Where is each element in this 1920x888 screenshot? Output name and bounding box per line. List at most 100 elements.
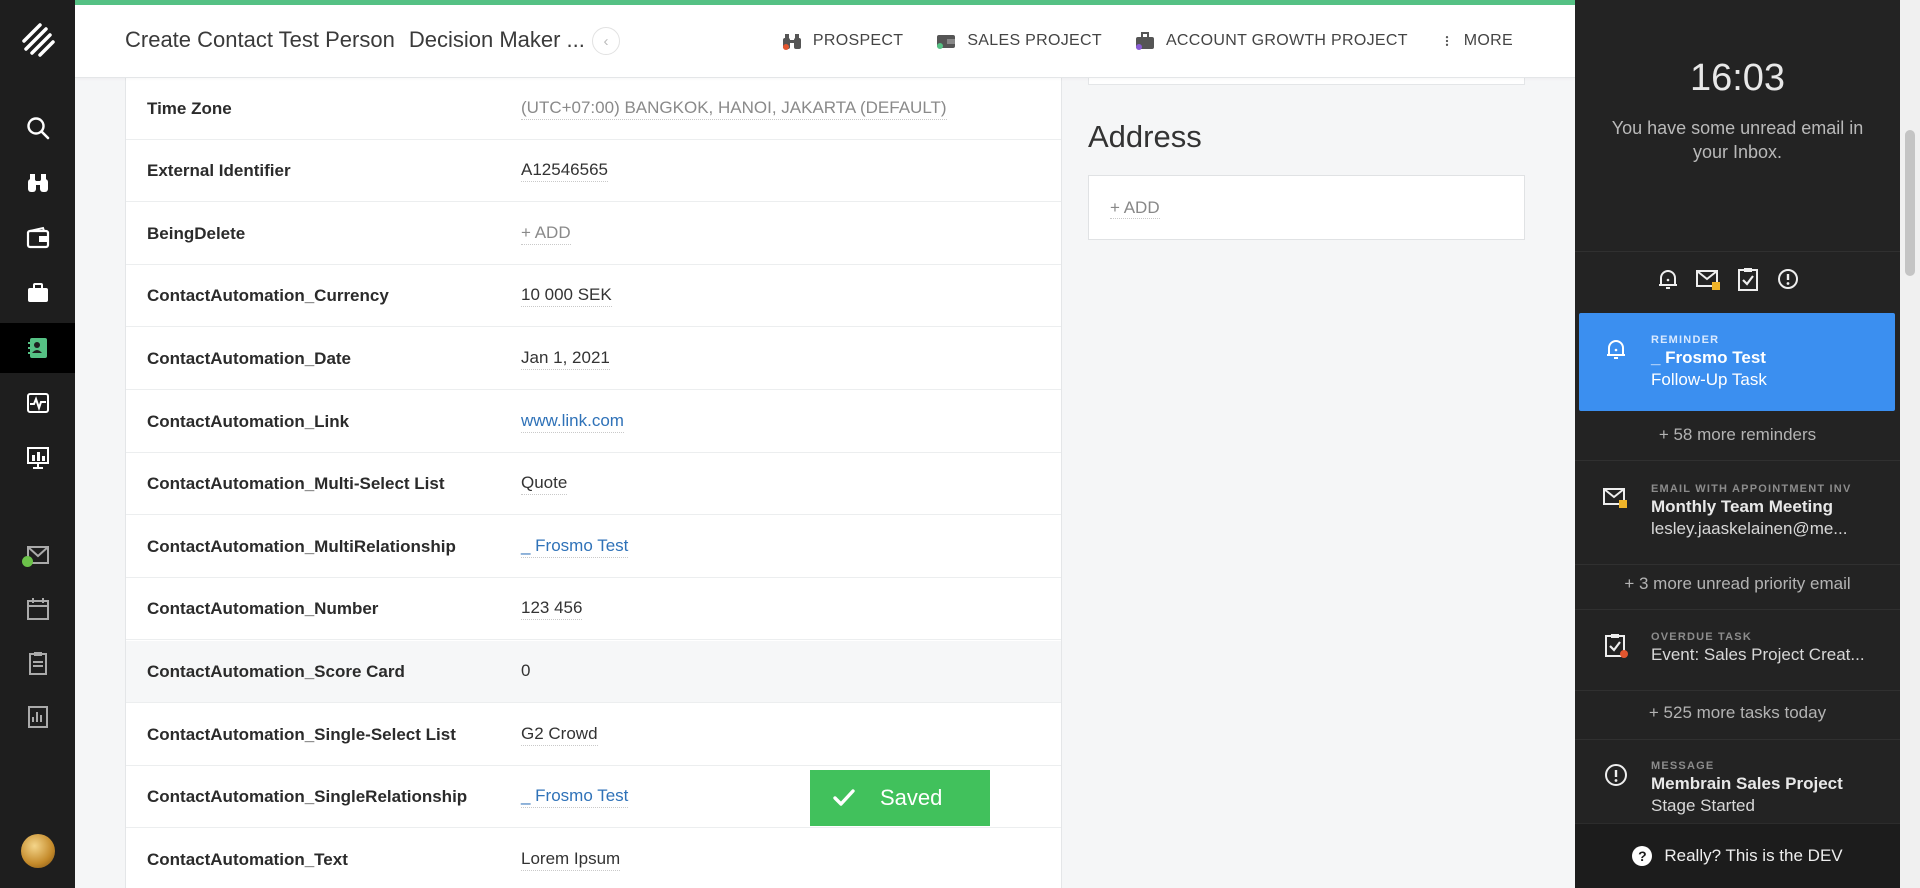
field-row-single-select-list: ContactAutomation_Single-Select List G2 … [126,704,1061,766]
field-label: ContactAutomation_Multi-Select List [147,473,445,493]
address-heading: Address [1088,119,1202,154]
saved-toast: Saved [810,770,990,826]
more-email-link[interactable]: + 3 more unread priority email [1575,574,1900,594]
sales-project-button[interactable]: SALES PROJECT [935,30,1102,52]
overdue-task-card[interactable]: OVERDUE TASK Event: Sales Project Creat.… [1579,614,1895,689]
field-label: BeingDelete [147,223,246,243]
account-growth-project-button[interactable]: ACCOUNT GROWTH PROJECT [1134,30,1408,52]
card-title: Event: Sales Project Creat... [1651,645,1865,664]
field-label: ContactAutomation_Date [147,348,352,368]
more-button[interactable]: MORE [1440,30,1513,52]
search-icon[interactable] [22,112,53,143]
bell-icon[interactable] [1654,265,1681,292]
message-card[interactable]: MESSAGE Membrain Sales Project Stage Sta… [1579,745,1895,823]
field-row-text: ContactAutomation_Text Lorem Ipsum [126,829,1061,888]
field-label: ContactAutomation_Text [147,849,348,869]
prospect-button[interactable]: PROSPECT [781,30,903,52]
left-nav-rail [0,0,75,888]
address-box[interactable]: + ADD [1088,175,1525,240]
card-title: _ Frosmo Test [1651,348,1766,367]
field-row-being-delete: BeingDelete + ADD [126,203,1061,265]
contact-name: Create Contact Test Person [125,27,395,52]
add-value-link[interactable]: + ADD [521,223,571,245]
field-value[interactable]: G2 Crowd [521,724,598,746]
checkmark-icon [833,789,855,806]
notification-panel: 16:03 You have some unread email in your… [1575,0,1920,888]
panel-scrollbar[interactable] [1900,0,1920,888]
briefcase-icon[interactable] [22,277,53,308]
field-value[interactable]: Lorem Ipsum [521,849,621,871]
clock: 16:03 [1689,57,1786,99]
divider [1575,690,1900,691]
email-card[interactable]: EMAIL WITH APPOINTMENT INV Monthly Team … [1579,466,1895,564]
field-value[interactable]: A12546565 [521,160,608,182]
add-address-link[interactable]: + ADD [1110,198,1160,219]
field-label: ContactAutomation_Number [147,598,379,618]
help-bar[interactable]: ? Really? This is the DEV [1575,823,1900,888]
panel-filter-icons [1654,265,1801,292]
card-subtitle: Stage Started [1651,796,1755,815]
mail-lock-icon[interactable] [1694,265,1721,292]
wallet-icon[interactable] [22,222,53,253]
report-icon[interactable] [22,701,53,732]
field-link-value[interactable]: _ Frosmo Test [521,536,629,558]
field-value[interactable]: 10 000 SEK [521,285,612,307]
field-row-time-zone: Time Zone (UTC+07:00) BANGKOK, HANOI, JA… [126,78,1061,140]
account-growth-project-label: ACCOUNT GROWTH PROJECT [1165,32,1408,49]
field-table: Time Zone (UTC+07:00) BANGKOK, HANOI, JA… [125,78,1062,888]
calendar-icon[interactable] [22,593,53,624]
contacts-icon[interactable] [0,323,75,373]
field-label: Time Zone [147,98,232,118]
question-icon: ? [1632,846,1653,866]
field-link-value[interactable]: _ Frosmo Test [521,786,629,808]
scrollbar-thumb[interactable] [1905,130,1915,276]
field-label: ContactAutomation_SingleRelationship [147,786,468,806]
page-title: Create Contact Test Person Decision Maker… [125,27,585,53]
divider [1575,251,1900,252]
card-category: REMINDER [1651,334,1720,346]
binoculars-icon[interactable] [22,167,53,198]
more-tasks-link[interactable]: + 525 more tasks today [1575,703,1900,723]
chevron-left-icon[interactable]: ‹ [592,27,620,55]
clipboard-check-icon[interactable] [1734,265,1761,292]
info-icon[interactable] [1774,265,1801,292]
clipboard-check-icon [1602,632,1632,662]
card-title: Membrain Sales Project [1651,774,1843,793]
clipboard-icon[interactable] [22,647,53,678]
user-avatar[interactable] [21,834,55,868]
binoculars-icon [782,34,801,50]
more-reminders-link[interactable]: + 58 more reminders [1575,425,1900,445]
field-row-multi-select-list: ContactAutomation_Multi-Select List Quot… [126,453,1061,515]
membrain-logo-icon[interactable] [18,19,58,59]
activity-icon[interactable] [22,387,53,418]
divider [1575,739,1900,740]
reminder-card[interactable]: REMINDER _ Frosmo Test Follow-Up Task [1579,313,1895,411]
more-label: MORE [1463,32,1513,49]
field-value[interactable]: Quote [521,473,568,495]
field-value[interactable]: 123 456 [521,598,583,620]
card-subtitle: lesley.jaaskelainen@me... [1651,519,1848,538]
record-header: Create Contact Test Person Decision Maker… [75,0,1575,78]
field-label: ContactAutomation_Link [147,411,350,431]
card-category: EMAIL WITH APPOINTMENT INV [1651,483,1852,495]
field-row-number: ContactAutomation_Number 123 456 [126,578,1061,640]
card-category: MESSAGE [1651,760,1715,772]
field-label: ContactAutomation_Single-Select List [147,724,456,744]
toast-label: Saved [880,785,943,810]
field-value[interactable]: Jan 1, 2021 [521,348,610,370]
main-content: Create Contact Test Person Decision Maker… [75,0,1575,888]
wallet-icon [937,35,956,49]
info-icon [1602,761,1632,791]
card-category: OVERDUE TASK [1651,631,1752,643]
bell-icon [1602,335,1632,365]
presentation-icon[interactable] [22,442,53,473]
briefcase-icon [1135,32,1154,50]
card-title: Monthly Team Meeting [1651,497,1833,516]
field-link-value[interactable]: www.link.com [521,411,624,433]
contact-role: Decision Maker ... [408,27,585,52]
field-value[interactable]: 0 [521,661,530,682]
field-value[interactable]: (UTC+07:00) BANGKOK, HANOI, JAKARTA (DEF… [521,98,947,120]
field-row-multi-relationship: ContactAutomation_MultiRelationship _ Fr… [126,516,1061,578]
prospect-label: PROSPECT [812,32,904,49]
mail-lock-icon [1602,484,1632,514]
